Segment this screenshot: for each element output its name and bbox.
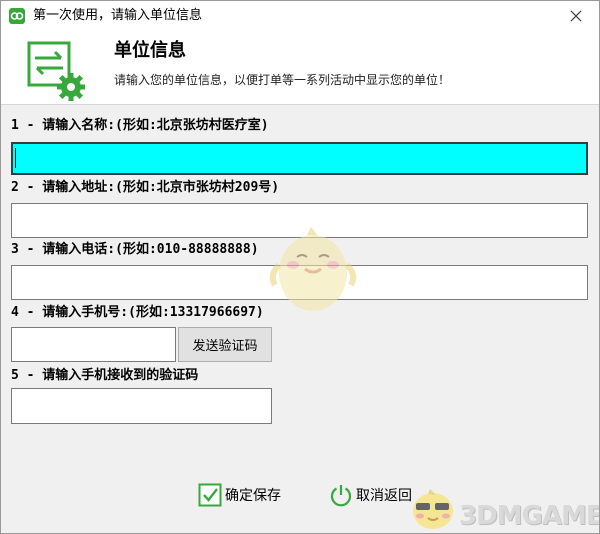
dialog-window: 第一次使用，请输入单位信息 单位信息 请输入您的单位信息，以便打单等一系列活动中…: [0, 0, 600, 534]
close-icon: [570, 10, 582, 22]
header-title: 单位信息: [114, 40, 186, 61]
checkbox-check-icon: [198, 483, 222, 507]
cancel-label: 取消返回: [356, 488, 412, 504]
settings-transfer-icon: [27, 41, 87, 105]
name-label: 1 - 请输入名称:(形如:北京张坊村医疗室): [11, 118, 269, 133]
mobile-label: 4 - 请输入手机号:(形如:13317966697): [11, 305, 264, 320]
cancel-button[interactable]: 取消返回: [329, 482, 412, 508]
code-input[interactable]: [11, 388, 272, 424]
mobile-input[interactable]: [11, 327, 176, 362]
code-label: 5 - 请输入手机接收到的验证码: [11, 368, 199, 383]
title-bar: 第一次使用，请输入单位信息: [1, 1, 599, 31]
window-title: 第一次使用，请输入单位信息: [33, 8, 203, 23]
mascot-watermark-icon: [269, 227, 357, 311]
save-button[interactable]: 确定保存: [198, 482, 281, 508]
save-label: 确定保存: [225, 488, 281, 504]
watermark-text: 3DMGAME: [459, 501, 600, 531]
address-label: 2 - 请输入地址:(形如:北京市张坊村209号): [11, 180, 280, 195]
power-icon: [329, 483, 353, 507]
header-panel: 单位信息 请输入您的单位信息，以便打单等一系列活动中显示您的单位！: [1, 31, 599, 105]
app-logo-icon: [9, 8, 25, 24]
corner-mascot-icon: [413, 489, 453, 529]
send-code-button[interactable]: 发送验证码: [178, 327, 272, 362]
phone-label: 3 - 请输入电话:(形如:010-88888888): [11, 242, 259, 257]
text-caret: [15, 148, 16, 168]
name-input[interactable]: [11, 142, 588, 175]
header-subtitle: 请输入您的单位信息，以便打单等一系列活动中显示您的单位！: [114, 73, 451, 87]
close-button[interactable]: [553, 1, 599, 31]
